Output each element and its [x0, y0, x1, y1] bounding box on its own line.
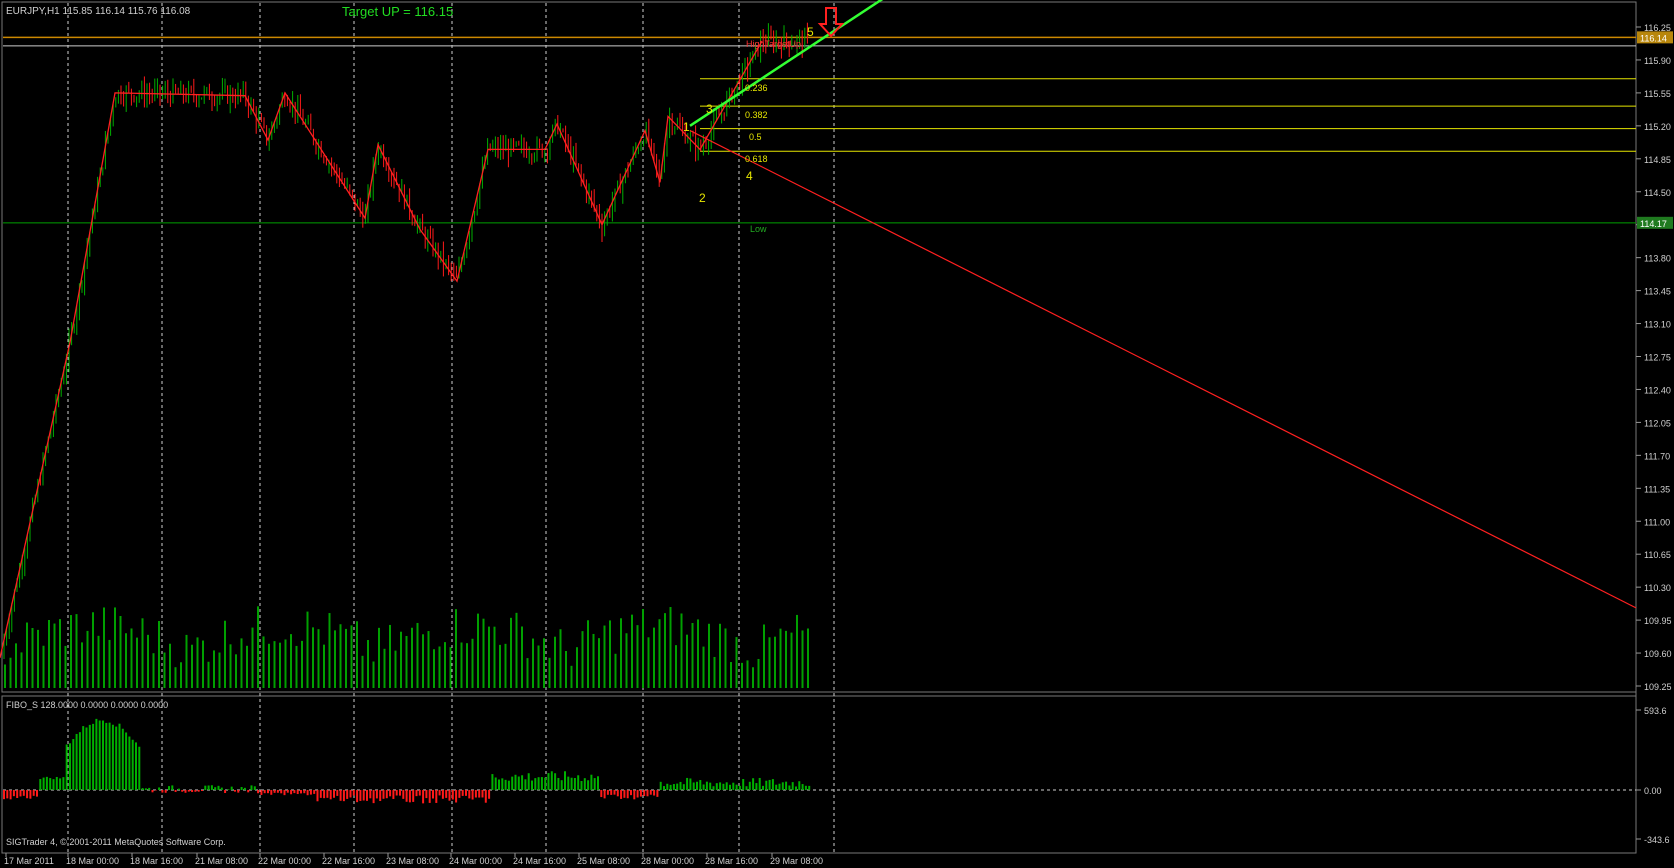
main-panel-frame	[1, 1, 1637, 693]
copyright-footer: SIGTrader 4, © 2001-2011 MetaQuotes Soft…	[6, 837, 226, 847]
price-tick-label: 112.75	[1644, 353, 1671, 363]
price-badge-label: 114.17	[1640, 219, 1667, 229]
fib-label-0618: 0.618	[745, 154, 768, 164]
time-tick-label: 18 Mar 00:00	[66, 856, 119, 866]
wave-label-3: 3	[706, 102, 713, 116]
price-tick-label: 111.35	[1644, 484, 1670, 494]
price-axis: 116.25115.90115.55115.20114.85114.50114.…	[1636, 23, 1673, 845]
price-tick-label: 110.30	[1644, 583, 1671, 593]
wave-label-5: 5	[807, 25, 814, 39]
time-tick-label: 18 Mar 16:00	[130, 856, 183, 866]
projection-line	[689, 130, 1637, 609]
time-tick-label: 21 Mar 08:00	[195, 856, 248, 866]
high-target-label: HighTargetUp	[746, 39, 801, 49]
price-tick-label: 109.60	[1644, 649, 1672, 659]
indicator-tick-label: 593.6	[1644, 706, 1667, 716]
price-tick-label: 109.95	[1644, 616, 1672, 626]
price-tick-label: 112.40	[1644, 385, 1671, 395]
price-tick-label: 114.85	[1644, 155, 1671, 165]
time-tick-label: 22 Mar 00:00	[258, 856, 311, 866]
zigzag-line	[0, 40, 1637, 658]
indicator-tick-label: 0.00	[1644, 786, 1662, 796]
time-tick-label: 17 Mar 2011	[4, 856, 54, 866]
price-tick-label: 114.50	[1644, 188, 1671, 198]
time-tick-label: 23 Mar 08:00	[386, 856, 439, 866]
price-tick-label: 113.80	[1644, 254, 1671, 264]
time-tick-label: 28 Mar 16:00	[705, 856, 758, 866]
time-grid	[3, 3, 1636, 852]
price-tick-label: 113.10	[1644, 320, 1671, 330]
price-tick-label: 111.00	[1644, 517, 1670, 527]
price-badge-label: 116.14	[1640, 33, 1667, 43]
trend-lines	[689, 0, 884, 127]
wave-label-4: 4	[746, 169, 753, 183]
fib-label-0382: 0.382	[745, 110, 768, 120]
indicator-title: FIBO_S 128.0000 0.0000 0.0000 0.0000	[6, 700, 168, 710]
symbol-header: EURJPY,H1 115.85 116.14 115.76 116.08	[6, 6, 191, 17]
time-tick-label: 22 Mar 16:00	[322, 856, 375, 866]
price-tick-label: 112.05	[1644, 418, 1671, 428]
fibo-histogram	[3, 718, 811, 804]
price-tick-label: 115.20	[1644, 122, 1671, 132]
price-tick-label: 113.45	[1644, 287, 1671, 297]
trading-chart[interactable]: 116.25115.90115.55115.20114.85114.50114.…	[0, 0, 1674, 868]
indicator-tick-label: -343.6	[1644, 835, 1670, 845]
price-tick-label: 111.70	[1644, 451, 1670, 461]
time-tick-label: 25 Mar 08:00	[577, 856, 630, 866]
time-tick-label: 24 Mar 16:00	[513, 856, 566, 866]
price-tick-label: 109.25	[1644, 682, 1672, 692]
price-bars	[3, 22, 808, 660]
time-axis: 17 Mar 2011 18 Mar 00:00 18 Mar 16:00 21 Ma…	[4, 853, 823, 866]
target-up-label: Target UP = 116.15	[342, 4, 453, 19]
time-tick-label: 24 Mar 00:00	[449, 856, 502, 866]
trend-line-upper	[689, 0, 884, 127]
indicator-panel-frame	[1, 695, 1637, 854]
wave-label-1: 1	[683, 120, 690, 134]
wave-label-2: 2	[699, 191, 706, 205]
zigzag-polyline	[0, 40, 763, 658]
price-tick-label: 110.65	[1644, 550, 1671, 560]
time-tick-label: 29 Mar 08:00	[770, 856, 823, 866]
time-tick-label: 28 Mar 00:00	[641, 856, 694, 866]
volume-histogram	[4, 606, 809, 688]
price-tick-label: 115.90	[1644, 56, 1671, 66]
fib-label-05: 0.5	[749, 132, 762, 142]
horizontal-levels	[3, 36, 1636, 224]
fib-label-0236: 0.236	[745, 83, 768, 93]
price-tick-label: 115.55	[1644, 89, 1671, 99]
low-label: Low	[750, 224, 767, 234]
